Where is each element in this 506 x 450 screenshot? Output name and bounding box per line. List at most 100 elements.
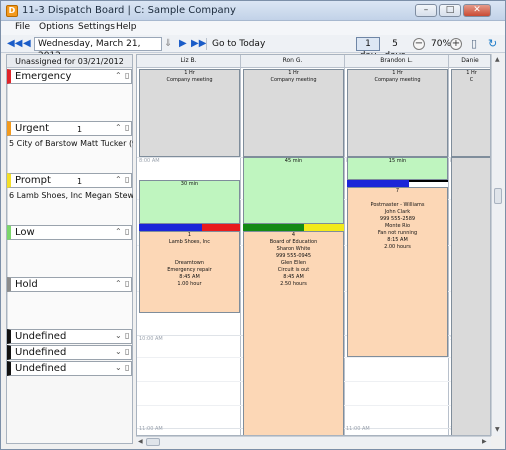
section-label: Prompt <box>15 175 51 186</box>
section-label: Undefined <box>15 363 67 374</box>
scroll-up-icon[interactable]: ▲ <box>495 56 500 63</box>
block-duration: 15 min <box>388 158 407 164</box>
collapse-icon[interactable]: ⌃ <box>115 123 122 132</box>
zoom-level: 70% <box>431 39 452 49</box>
block-title: Company meeting <box>166 77 213 83</box>
time-label: 8:00 AM <box>139 158 160 164</box>
job-duration: 1.00 hour <box>177 281 202 287</box>
view-1-day-button[interactable]: 1 day <box>356 37 380 61</box>
view-5-days-button[interactable]: 5 days <box>382 37 408 61</box>
date-field[interactable]: Wednesday, March 21, 2012 <box>34 37 162 61</box>
section-prompt: Prompt 1 ⌃ ▯ 6 Lamb Shoes, Inc Megan Ste… <box>7 173 133 225</box>
close-button[interactable]: ✕ <box>463 4 491 17</box>
next-day-icon[interactable]: ▶ <box>179 38 187 50</box>
scroll-right-icon[interactable]: ▶ <box>482 438 487 445</box>
pin-icon[interactable]: ▯ <box>125 347 129 356</box>
scroll-left-icon[interactable]: ◀ <box>138 438 143 445</box>
unassigned-job[interactable]: 6 Lamb Shoes, Inc Megan Stewart 9 <box>9 191 133 200</box>
continuation-block[interactable] <box>451 157 490 435</box>
zoom-in-button[interactable]: + <box>450 38 462 50</box>
pin-icon[interactable]: ▯ <box>125 71 129 80</box>
pin-icon[interactable]: ▯ <box>125 279 129 288</box>
horizontal-scroll-thumb[interactable] <box>146 438 160 446</box>
collapse-icon[interactable]: ⌃ <box>115 175 122 184</box>
section-header-undefined[interactable]: Undefined ⌄ ▯ <box>7 329 132 344</box>
menu-settings[interactable]: Settings <box>78 22 115 32</box>
scroll-down-icon[interactable]: ▼ <box>495 426 500 433</box>
block-title: Company meeting <box>270 77 317 83</box>
pin-icon[interactable]: ▯ <box>125 363 129 372</box>
zoom-out-button[interactable]: − <box>413 38 425 50</box>
go-to-today-button[interactable]: Go to Today <box>212 39 265 49</box>
collapse-icon[interactable]: ⌃ <box>115 71 122 80</box>
section-label: Emergency <box>15 71 72 82</box>
dispatch-board-window: D 11-3 Dispatch Board | C: Sample Compan… <box>0 0 506 450</box>
vertical-scroll-thumb[interactable] <box>494 188 502 204</box>
section-label: Undefined <box>15 347 67 358</box>
travel-block[interactable]: 45 min <box>243 157 344 224</box>
job-location: Dreamtown <box>174 260 205 266</box>
block-duration: 45 min <box>284 158 303 164</box>
status-bar <box>243 224 304 231</box>
meeting-block[interactable]: 1 Hr Company meeting <box>347 69 448 157</box>
previous-day-icon[interactable]: ◀ <box>23 38 31 50</box>
section-header-hold[interactable]: Hold ⌃ ▯ <box>7 277 132 292</box>
menu-options[interactable]: Options <box>39 22 74 32</box>
pin-icon[interactable]: ▯ <box>125 331 129 340</box>
tech-header[interactable]: Brandon L. <box>345 55 449 68</box>
section-header-urgent[interactable]: Urgent 1 ⌃ ▯ <box>7 121 132 136</box>
pin-icon[interactable]: ▯ <box>125 123 129 132</box>
horizontal-scrollbar[interactable]: ◀ ▶ <box>136 436 491 447</box>
minimize-button[interactable]: – <box>415 4 437 17</box>
calendar-drop-icon[interactable]: ⇓ <box>164 38 172 49</box>
travel-block[interactable]: 15 min <box>347 157 448 180</box>
tech-header[interactable]: Danie <box>449 55 490 68</box>
job-block[interactable]: 1 Lamb Shoes, Inc Dreamtown Emergency re… <box>139 231 240 313</box>
section-count: 1 <box>77 177 83 186</box>
job-number: 4 <box>291 232 296 238</box>
menu-help[interactable]: Help <box>116 22 137 32</box>
section-header-emergency[interactable]: Emergency ⌃ ▯ <box>7 69 132 84</box>
collapse-icon[interactable]: ⌃ <box>115 227 122 236</box>
tech-header[interactable]: Ron G. <box>241 55 345 68</box>
block-duration: 1 Hr <box>184 70 195 76</box>
first-day-icon[interactable]: ◀◀ <box>7 38 22 50</box>
meeting-block[interactable]: 1 Hr Company meeting <box>243 69 344 157</box>
section-count: 1 <box>77 125 83 134</box>
job-phone <box>140 253 239 260</box>
job-block[interactable]: 4 Board of Education Sharon White 999 55… <box>243 231 344 435</box>
job-customer: Lamb Shoes, Inc <box>168 239 211 245</box>
last-day-icon[interactable]: ▶▶ <box>191 38 206 50</box>
job-contact <box>140 246 239 253</box>
maximize-button[interactable]: □ <box>439 4 461 17</box>
section-header-prompt[interactable]: Prompt 1 ⌃ ▯ <box>7 173 132 188</box>
minimize-icon: – <box>423 5 429 15</box>
status-bar <box>139 224 202 231</box>
section-body-emergency <box>7 84 132 121</box>
new-document-icon[interactable]: ▯ <box>471 38 477 50</box>
menu-file[interactable]: File <box>15 22 30 32</box>
meeting-block[interactable]: 1 Hr Company meeting <box>139 69 240 157</box>
travel-block[interactable]: 30 min <box>139 180 240 224</box>
expand-icon[interactable]: ⌄ <box>115 363 122 372</box>
block-title: Company meeting <box>374 77 421 83</box>
section-undefined-3: Undefined ⌄ ▯ <box>7 361 132 376</box>
vertical-scrollbar[interactable]: ▲ ▼ <box>491 54 503 436</box>
job-description: Fan not running <box>377 230 418 236</box>
section-header-undefined[interactable]: Undefined ⌄ ▯ <box>7 361 132 376</box>
expand-icon[interactable]: ⌄ <box>115 347 122 356</box>
tech-header[interactable]: Liz B. <box>137 55 241 68</box>
pin-icon[interactable]: ▯ <box>125 175 129 184</box>
job-location: Monte Rio <box>384 223 411 229</box>
time-label: 10:00 AM <box>139 336 163 342</box>
meeting-block[interactable]: 1 Hr C <box>451 69 490 157</box>
unassigned-job[interactable]: 5 City of Barstow Matt Tucker (999) <box>9 139 133 148</box>
section-urgent: Urgent 1 ⌃ ▯ 5 City of Barstow Matt Tuck… <box>7 121 133 173</box>
job-block[interactable]: 7 Postmaster - Williams John Clark 999 5… <box>347 187 448 357</box>
collapse-icon[interactable]: ⌃ <box>115 279 122 288</box>
refresh-icon[interactable]: ↻ <box>488 38 497 50</box>
section-header-undefined[interactable]: Undefined ⌄ ▯ <box>7 345 132 360</box>
expand-icon[interactable]: ⌄ <box>115 331 122 340</box>
pin-icon[interactable]: ▯ <box>125 227 129 236</box>
section-header-low[interactable]: Low ⌃ ▯ <box>7 225 132 240</box>
